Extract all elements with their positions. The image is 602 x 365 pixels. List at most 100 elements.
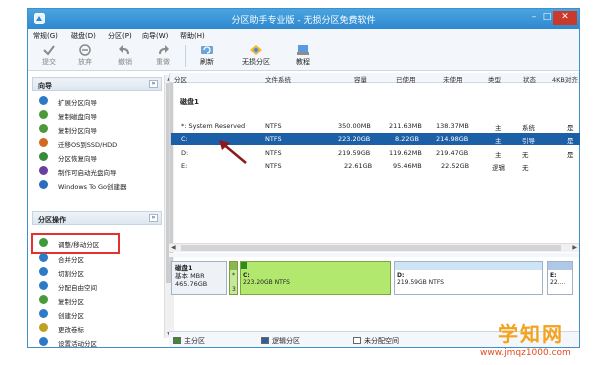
split-partition-icon [39,267,48,276]
discard-label: 放弃 [78,58,92,66]
wizard-item-windows-to-go[interactable]: Windows To Go创建器 [35,179,160,192]
partition-ops-collapse-icon[interactable]: » [149,214,158,222]
op-label: 合并分区 [58,256,84,264]
cell-capacity: 350.00MB [338,122,371,130]
redo-icon [159,45,169,54]
cell-type: 逻辑 [492,164,505,172]
cell-capacity: 223.20GB [338,135,371,143]
col-4k-align[interactable]: 4KB对齐 [552,74,578,84]
segment-label: C: 223.20GB NTFS [243,272,290,286]
submit-button[interactable]: 提交 [32,42,66,70]
cell-partition: *: System Reserved [181,122,246,130]
redo-label: 重做 [156,58,170,66]
menu-help[interactable]: 帮助(H) [180,31,205,41]
wizard-header[interactable]: 向导 » [32,77,162,91]
wizard-item-copy-disk[interactable]: 复制磁盘向导 [35,109,160,122]
op-label: 设置活动分区 [58,340,97,348]
col-partition[interactable]: 分区 [174,74,187,84]
discard-button[interactable]: 放弃 [68,42,102,70]
cell-free: 138.37MB [436,122,469,130]
cell-filesystem: NTFS [265,162,282,170]
discard-icon [79,44,91,56]
watermark-url: www.jmqz1000.com [480,348,571,358]
segment-usage-bar [395,262,542,270]
segment-e[interactable]: E: 22.... [547,261,573,295]
col-type[interactable]: 类型 [488,74,501,84]
partition-ops-title: 分区操作 [38,216,66,224]
title-bar: 分区助手专业版 - 无损分区免费软件 – □ ✕ [28,9,579,29]
menu-wizard[interactable]: 向导(W) [142,31,168,41]
disk-info-box[interactable]: 磁盘1 基本 MBR 465.76GB [171,261,227,295]
op-create[interactable]: 创建分区 [35,308,160,321]
wizard-collapse-icon[interactable]: » [149,80,158,88]
segment-system-reserved[interactable]: * 3 [229,261,238,295]
watermark-title: 学知网 [498,322,564,346]
op-allocate-free[interactable]: 分配自由空间 [35,280,160,293]
partition-ops-header[interactable]: 分区操作 » [32,211,162,225]
cell-used: 211.63MB [389,122,422,130]
legend-logical: 逻辑分区 [261,336,300,346]
segment-usage-bar [230,262,237,270]
allocate-space-icon [39,281,48,290]
disk-size: 465.76GB [175,280,208,288]
pointer-arrow-annotation [219,140,247,164]
menu-disk[interactable]: 磁盘(D) [71,31,96,41]
lossless-partition-icon [250,45,262,55]
undo-icon [119,45,129,54]
change-label-icon [39,323,48,332]
col-status[interactable]: 状态 [523,74,536,84]
menu-general[interactable]: 常规(G) [33,31,58,41]
pane-splitter[interactable] [169,253,579,257]
disk-type: 基本 MBR [175,272,205,280]
legend-primary: 主分区 [173,336,205,346]
table-hscrollbar[interactable]: ◀ ▶ [169,243,579,252]
table-row[interactable]: *: System Reserved NTFS 350.00MB 211.63M… [171,120,580,132]
col-free[interactable]: 未使用 [443,74,463,84]
undo-button[interactable]: 撤销 [108,42,142,70]
op-change-label[interactable]: 更改卷标 [35,322,160,335]
wizard-item-label: 分区恢复向导 [58,155,97,163]
segment-usage-bar [241,262,247,269]
legend-unallocated: 未分配空间 [353,336,399,346]
cell-free: 22.52GB [441,162,470,170]
logical-swatch-icon [261,337,269,344]
menu-bar: 常规(G) 磁盘(D) 分区(P) 向导(W) 帮助(H) [28,29,579,41]
op-set-active[interactable]: 设置活动分区 [35,336,160,349]
scroll-right-icon[interactable]: ▶ [572,244,577,251]
op-split[interactable]: 切割分区 [35,266,160,279]
refresh-label: 刷新 [200,58,214,66]
cell-status: 引导 [522,137,535,145]
menu-partition[interactable]: 分区(P) [108,31,132,41]
highlight-annotation [31,233,120,254]
cell-partition: E: [181,162,188,170]
wizard-item-migrate-os[interactable]: 迁移OS到SSD/HDD [35,137,160,150]
op-copy-partition[interactable]: 复制分区 [35,294,160,307]
window-title: 分区助手专业版 - 无损分区免费软件 [231,16,376,26]
close-button[interactable]: ✕ [553,11,577,25]
redo-button[interactable]: 重做 [146,42,180,70]
lossless-partition-button[interactable]: 无损分区 [234,42,278,70]
op-label: 切割分区 [58,270,84,278]
create-partition-icon [39,309,48,318]
cell-free: 219.47GB [436,149,469,157]
wizard-item-bootable-cd[interactable]: 制作可启动光盘向导 [35,165,160,178]
hscroll-thumb[interactable] [181,245,561,251]
segment-d[interactable]: D: 219.59GB NTFS [394,261,543,295]
op-merge[interactable]: 合并分区 [35,252,160,265]
cell-capacity: 22.61GB [344,162,373,170]
cell-align: 是 [567,137,574,145]
wizard-item-label: 迁移OS到SSD/HDD [58,141,118,149]
wizard-item-recovery[interactable]: 分区恢复向导 [35,151,160,164]
scroll-left-icon[interactable]: ◀ [171,244,176,251]
col-capacity[interactable]: 容量 [354,74,367,84]
cell-filesystem: NTFS [265,149,282,157]
refresh-button[interactable]: 刷新 [190,42,224,70]
tutorial-button[interactable]: 教程 [286,42,320,70]
col-filesystem[interactable]: 文件系统 [265,74,291,84]
segment-c[interactable]: C: 223.20GB NTFS [240,261,391,295]
wizard-item-extend[interactable]: 扩展分区向导 [35,95,160,108]
wizard-item-copy-partition[interactable]: 复制分区向导 [35,123,160,136]
cell-used: 8.22GB [395,135,419,143]
toolbar: 提交 放弃 撤销 重做 刷新 无损分区 教程 [28,41,579,71]
col-used[interactable]: 已使用 [396,74,416,84]
